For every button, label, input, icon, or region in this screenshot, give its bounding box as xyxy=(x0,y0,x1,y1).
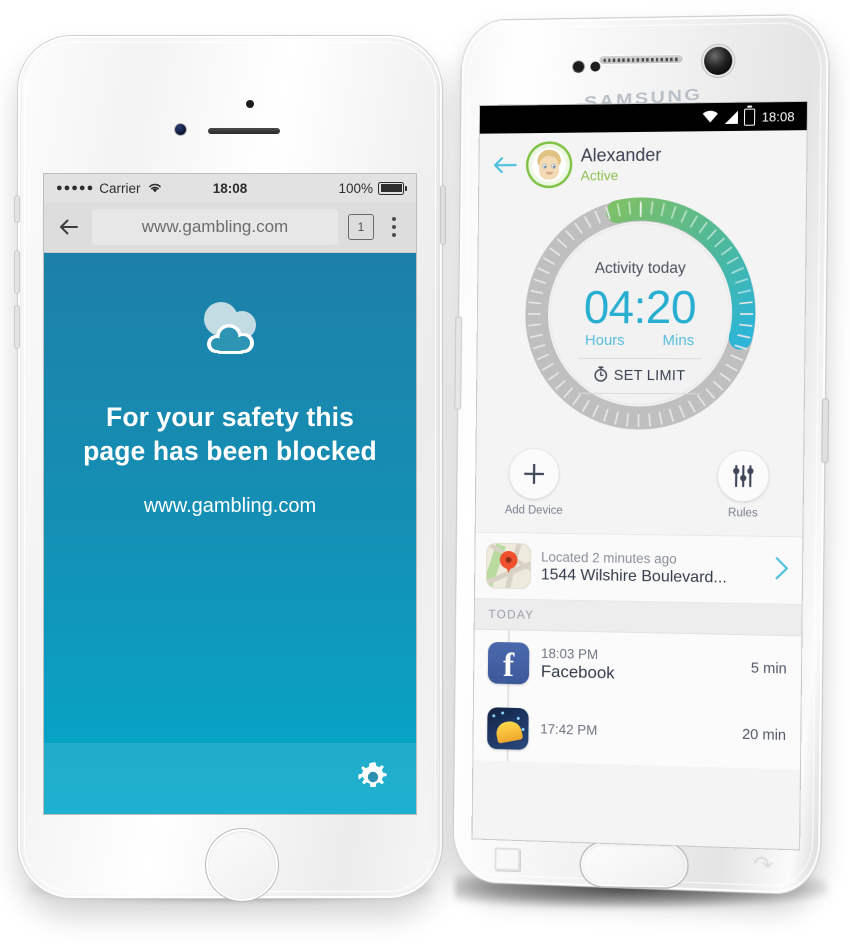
android-device-wrapper: SAMSUNG ↶ 18:08 Alexander Active Activit… xyxy=(453,14,830,908)
iphone-screen: ●●●●● Carrier 18:08 100% www.gambling.co… xyxy=(44,174,416,814)
profile-name: Alexander xyxy=(580,144,662,166)
arrow-left-icon[interactable] xyxy=(56,214,82,240)
list-item[interactable]: 18:03 PM Facebook 5 min xyxy=(474,630,801,703)
blocked-url: www.gambling.com xyxy=(143,494,317,517)
blocked-headline: For your safety this page has been block… xyxy=(83,402,377,467)
battery-icon xyxy=(744,108,756,126)
android-power-button[interactable] xyxy=(822,399,829,463)
wifi-icon xyxy=(702,108,719,125)
carrier-label: Carrier xyxy=(99,180,141,196)
cloud-block-icon xyxy=(187,299,273,366)
url-bar[interactable]: www.gambling.com xyxy=(92,209,338,245)
android-earpiece-speaker xyxy=(598,54,685,65)
dial-label: Activity today xyxy=(594,259,686,278)
activity-dial-section: Activity today 04:20 Hours Mins SET LIMI… xyxy=(476,193,806,458)
timeline-time: 17:42 PM xyxy=(540,721,598,738)
status-badge: Active xyxy=(580,166,619,184)
screenshot-stage: ●●●●● Carrier 18:08 100% www.gambling.co… xyxy=(0,0,850,950)
iphone-earpiece-speaker xyxy=(208,128,280,134)
facebook-icon xyxy=(487,641,530,685)
android-status-bar: 18:08 xyxy=(479,101,807,134)
app-header: Alexander Active xyxy=(479,130,807,196)
stopwatch-icon xyxy=(593,366,608,386)
sliders-icon xyxy=(717,450,769,502)
set-limit-label: SET LIMIT xyxy=(613,367,686,385)
timeline-text: 17:42 PM xyxy=(540,721,730,742)
plus-icon xyxy=(509,448,559,500)
android-sensor-primary xyxy=(572,60,585,73)
android-status-time: 18:08 xyxy=(761,108,795,125)
rules-button[interactable]: Rules xyxy=(704,450,783,520)
chevron-right-icon[interactable] xyxy=(773,555,790,587)
timeline-duration: 20 min xyxy=(741,726,787,745)
mins-label: Mins xyxy=(662,332,695,350)
iphone-proximity-sensor xyxy=(246,100,254,108)
signal-icon xyxy=(725,110,739,124)
ios-browser-toolbar: www.gambling.com 1 xyxy=(44,202,416,253)
timeline-duration: 5 min xyxy=(750,660,787,678)
android-front-camera xyxy=(703,46,733,76)
wifi-icon xyxy=(148,181,162,196)
battery-percent-label: 100% xyxy=(338,180,373,196)
list-item[interactable]: 17:42 PM 20 min xyxy=(473,695,800,770)
battery-icon xyxy=(378,181,407,195)
home-button[interactable] xyxy=(582,843,686,887)
iphone-device: ●●●●● Carrier 18:08 100% www.gambling.co… xyxy=(15,36,445,899)
timeline-text: 18:03 PM Facebook xyxy=(541,646,739,686)
android-volume-button[interactable] xyxy=(455,317,462,409)
iphone-mute-switch[interactable] xyxy=(15,196,19,222)
avatar[interactable] xyxy=(528,143,571,186)
tab-count-button[interactable]: 1 xyxy=(348,214,374,240)
hours-label: Hours xyxy=(584,331,625,349)
activity-timeline: 18:03 PM Facebook 5 min xyxy=(473,629,802,770)
parental-app: Alexander Active Activity today 04:20 Ho… xyxy=(472,130,807,850)
android-sensor-secondary xyxy=(590,61,601,72)
location-address: 1544 Wilshire Boulevard... xyxy=(540,565,727,587)
status-battery-group: 100% xyxy=(338,180,407,196)
location-card[interactable]: Located 2 minutes ago 1544 Wilshire Boul… xyxy=(474,531,803,606)
gear-icon[interactable] xyxy=(356,760,390,799)
iphone-volume-down-button[interactable] xyxy=(15,306,19,348)
recents-icon[interactable] xyxy=(494,847,521,872)
dial-time: 04:20 xyxy=(583,280,697,334)
signal-dots-icon: ●●●●● xyxy=(56,181,95,194)
game-icon xyxy=(487,707,529,750)
iphone-volume-up-button[interactable] xyxy=(15,251,19,293)
arrow-left-icon[interactable] xyxy=(492,154,518,176)
iphone-power-button[interactable] xyxy=(441,186,445,244)
iphone-home-button[interactable] xyxy=(208,831,276,899)
quick-actions: Add Device Rules xyxy=(476,448,803,521)
map-pin-icon xyxy=(486,543,531,589)
blocked-page: For your safety this page has been block… xyxy=(44,253,416,814)
set-limit-button[interactable]: SET LIMIT xyxy=(593,366,686,386)
add-device-label: Add Device xyxy=(504,504,563,518)
location-text: Located 2 minutes ago 1544 Wilshire Boul… xyxy=(541,549,763,588)
divider xyxy=(577,357,702,360)
blocked-footer-bar xyxy=(44,743,416,814)
rules-label: Rules xyxy=(727,507,758,520)
dial-units: Hours Mins xyxy=(585,332,694,349)
timeline-app-name: Facebook xyxy=(540,661,615,683)
android-screen: 18:08 Alexander Active Activity today 04… xyxy=(472,101,807,850)
iphone-front-camera xyxy=(175,124,186,135)
ios-status-bar: ●●●●● Carrier 18:08 100% xyxy=(44,174,416,202)
back-icon[interactable]: ↶ xyxy=(747,852,774,879)
header-text-block: Alexander Active xyxy=(580,145,661,183)
add-device-button[interactable]: Add Device xyxy=(495,448,572,518)
activity-dial[interactable]: Activity today 04:20 Hours Mins SET LIMI… xyxy=(522,195,760,433)
overflow-menu-icon[interactable] xyxy=(384,216,404,238)
location-timestamp: Located 2 minutes ago xyxy=(541,549,677,567)
